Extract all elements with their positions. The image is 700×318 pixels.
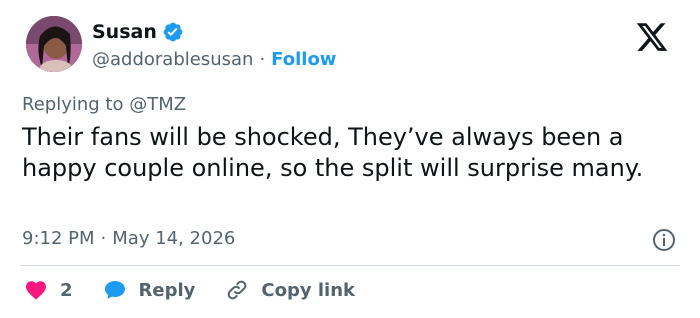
heart-icon	[26, 281, 46, 300]
like-count: 2	[60, 279, 73, 301]
divider	[20, 265, 680, 266]
x-logo-icon[interactable]	[634, 20, 670, 54]
avatar[interactable]	[26, 16, 82, 72]
reply-bubble-icon	[104, 281, 125, 299]
replying-to-mention[interactable]: @TMZ	[129, 94, 186, 115]
like-button[interactable]: 2	[24, 278, 73, 302]
reply-button[interactable]: Reply	[103, 278, 196, 302]
info-icon[interactable]	[652, 228, 676, 252]
avatar-image	[26, 16, 82, 72]
author-name[interactable]: Susan	[92, 21, 157, 43]
tweet-date: May 14, 2026	[112, 228, 236, 249]
author-handle[interactable]: @addorablesusan	[92, 49, 253, 70]
copy-link-label: Copy link	[261, 279, 355, 301]
replying-to: Replying to @TMZ	[22, 94, 186, 115]
reply-label: Reply	[138, 279, 196, 301]
action-bar: 2 Reply Copy link	[24, 278, 355, 302]
verified-badge-icon	[163, 22, 183, 42]
tweet-text: Their fans will be shocked, They’ve alwa…	[22, 123, 644, 182]
follow-button[interactable]: Follow	[271, 49, 336, 70]
handle-separator: ·	[259, 49, 266, 70]
time-separator: ·	[100, 228, 107, 249]
link-icon	[228, 280, 247, 300]
tweet-time: 9:12 PM	[22, 228, 95, 249]
copy-link-button[interactable]: Copy link	[225, 278, 355, 302]
tweet-timestamp[interactable]: 9:12 PM · May 14, 2026	[22, 228, 235, 249]
replying-prefix: Replying to	[22, 94, 124, 115]
